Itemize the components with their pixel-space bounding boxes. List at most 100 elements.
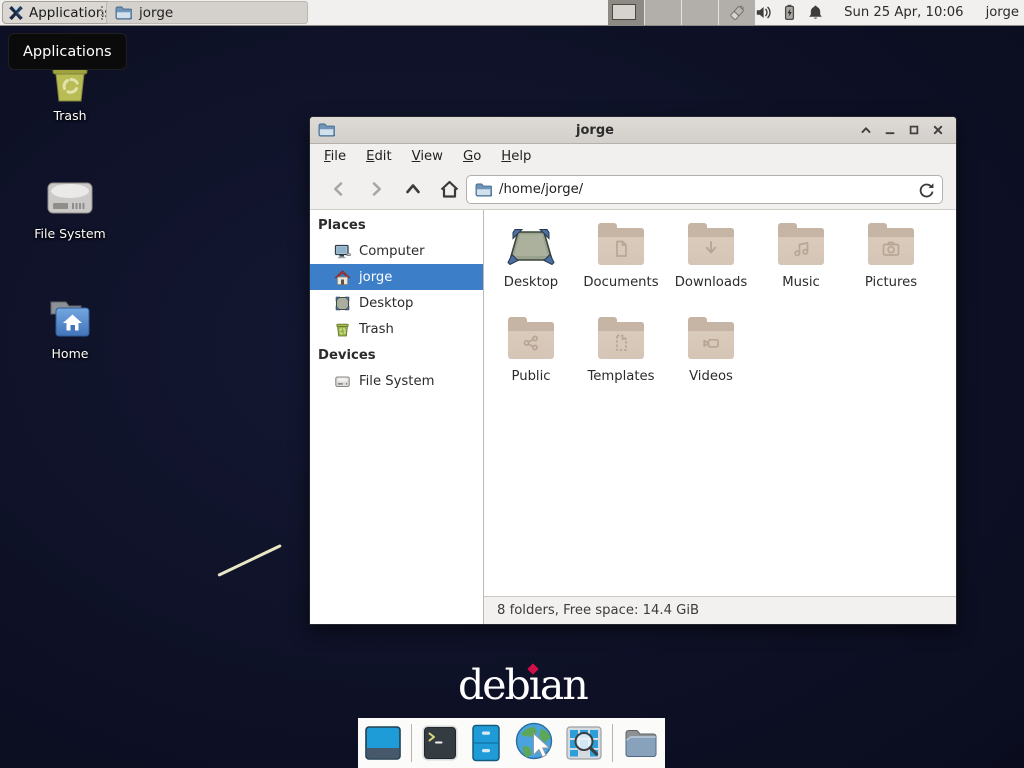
- file-manager-icon[interactable]: [466, 723, 506, 763]
- wordmark-i: ı: [529, 661, 540, 709]
- applications-menu-button[interactable]: Applications: [2, 1, 121, 24]
- file-item-desktop[interactable]: Desktop: [486, 218, 576, 312]
- menubar: File Edit View Go Help: [310, 144, 956, 169]
- computer-icon: [334, 243, 351, 260]
- applications-tooltip: Applications: [8, 33, 127, 70]
- dock-panel: [358, 718, 665, 768]
- window-title: jorge: [335, 123, 855, 138]
- drive-icon: [334, 373, 351, 390]
- documents-folder-icon: [598, 218, 644, 274]
- sidebar-header-devices: Devices: [310, 342, 483, 368]
- sidebar-item-label: Desktop: [359, 296, 413, 311]
- web-browser-icon[interactable]: [512, 721, 558, 765]
- file-item-videos[interactable]: Videos: [666, 312, 756, 406]
- system-tray: Sun 25 Apr, 10:06 jorge: [729, 0, 1019, 25]
- file-item-public[interactable]: Public: [486, 312, 576, 406]
- toolbar: /home/jorge/: [310, 169, 956, 210]
- file-item-music[interactable]: Music: [756, 218, 846, 312]
- sidebar: Places Computer jorge: [310, 210, 484, 624]
- home-folder-icon: [14, 296, 126, 342]
- titlebar[interactable]: jorge: [310, 117, 956, 144]
- desktop-icon-home[interactable]: Home: [14, 296, 126, 361]
- sidebar-item-desktop[interactable]: Desktop: [310, 290, 483, 316]
- workspace-2[interactable]: [645, 0, 681, 25]
- back-button[interactable]: [320, 174, 357, 204]
- file-item-label: Music: [782, 275, 820, 290]
- file-item-documents[interactable]: Documents: [576, 218, 666, 312]
- dock-separator: [411, 724, 412, 762]
- sidebar-item-trash[interactable]: Trash: [310, 316, 483, 342]
- templates-folder-icon: [598, 312, 644, 368]
- forward-button[interactable]: [357, 174, 394, 204]
- workspace-1[interactable]: [608, 0, 644, 25]
- minimize-button[interactable]: [879, 120, 900, 141]
- statusbar: 8 folders, Free space: 14.4 GiB: [484, 596, 956, 624]
- window-controls: [855, 120, 948, 141]
- file-grid: Desktop Documents Downloads: [484, 210, 956, 596]
- desktop-stray-line: [217, 544, 281, 577]
- public-folder-icon: [508, 312, 554, 368]
- file-item-templates[interactable]: Templates: [576, 312, 666, 406]
- path-input[interactable]: /home/jorge/: [499, 182, 905, 197]
- top-panel: Applications jorge: [0, 0, 1024, 26]
- sidebar-header-places: Places: [310, 212, 483, 238]
- desktop-special-icon: [505, 218, 557, 274]
- file-manager-window: jorge File Edit View Go Help: [309, 116, 957, 625]
- file-item-label: Videos: [689, 369, 733, 384]
- desktop-icon-label: File System: [14, 226, 126, 241]
- home-button[interactable]: [431, 174, 468, 204]
- path-bar[interactable]: /home/jorge/: [466, 175, 943, 204]
- file-item-pictures[interactable]: Pictures: [846, 218, 936, 312]
- app-finder-icon[interactable]: [564, 723, 604, 763]
- menu-file[interactable]: File: [314, 146, 356, 167]
- battery-icon[interactable]: [781, 4, 798, 21]
- removable-media-icon[interactable]: [729, 4, 746, 21]
- folder-icon: [475, 183, 492, 197]
- maximize-button[interactable]: [903, 120, 924, 141]
- terminal-icon[interactable]: [420, 723, 460, 763]
- sidebar-item-computer[interactable]: Computer: [310, 238, 483, 264]
- drive-icon: [14, 176, 126, 222]
- sidebar-item-label: jorge: [359, 270, 392, 285]
- navigation-buttons: [320, 174, 468, 204]
- sidebar-item-label: Computer: [359, 244, 425, 259]
- panel-handle[interactable]: [101, 6, 103, 20]
- panel-username[interactable]: jorge: [986, 5, 1019, 20]
- desktop-icon-file-system[interactable]: File System: [14, 176, 126, 241]
- desktop-icon-label: Home: [14, 346, 126, 361]
- menu-edit[interactable]: Edit: [356, 146, 402, 167]
- sidebar-item-label: Trash: [359, 322, 394, 337]
- sidebar-item-label: File System: [359, 374, 434, 389]
- desktop-icon: [334, 295, 351, 312]
- window-body: Places Computer jorge: [310, 210, 956, 624]
- desktop-icon-label: Trash: [14, 108, 126, 123]
- sidebar-item-file-system[interactable]: File System: [310, 368, 483, 394]
- file-item-downloads[interactable]: Downloads: [666, 218, 756, 312]
- wordmark-post: an: [540, 661, 587, 709]
- debian-wordmark: debıan: [458, 661, 587, 709]
- music-folder-icon: [778, 218, 824, 274]
- close-button[interactable]: [927, 120, 948, 141]
- menu-help[interactable]: Help: [491, 146, 541, 167]
- panel-clock[interactable]: Sun 25 Apr, 10:06: [844, 5, 963, 20]
- volume-icon[interactable]: [755, 4, 772, 21]
- workspace-window-thumb: [612, 4, 636, 20]
- workspace-3[interactable]: [682, 0, 718, 25]
- file-item-label: Documents: [583, 275, 658, 290]
- shade-button[interactable]: [855, 120, 876, 141]
- sidebar-item-jorge[interactable]: jorge: [310, 264, 483, 290]
- main-pane: Desktop Documents Downloads: [484, 210, 956, 624]
- taskbar-window-button[interactable]: jorge: [106, 1, 308, 24]
- pictures-folder-icon: [868, 218, 914, 274]
- reload-button[interactable]: [912, 177, 940, 202]
- notifications-bell-icon[interactable]: [807, 4, 824, 21]
- show-desktop-icon[interactable]: [363, 723, 403, 763]
- videos-folder-icon: [688, 312, 734, 368]
- file-item-label: Pictures: [865, 275, 917, 290]
- xfce-logo-icon: [8, 5, 24, 21]
- menu-go[interactable]: Go: [453, 146, 491, 167]
- trash-icon: [334, 321, 351, 338]
- directory-menu-icon[interactable]: [621, 723, 661, 763]
- up-button[interactable]: [394, 174, 431, 204]
- menu-view[interactable]: View: [402, 146, 453, 167]
